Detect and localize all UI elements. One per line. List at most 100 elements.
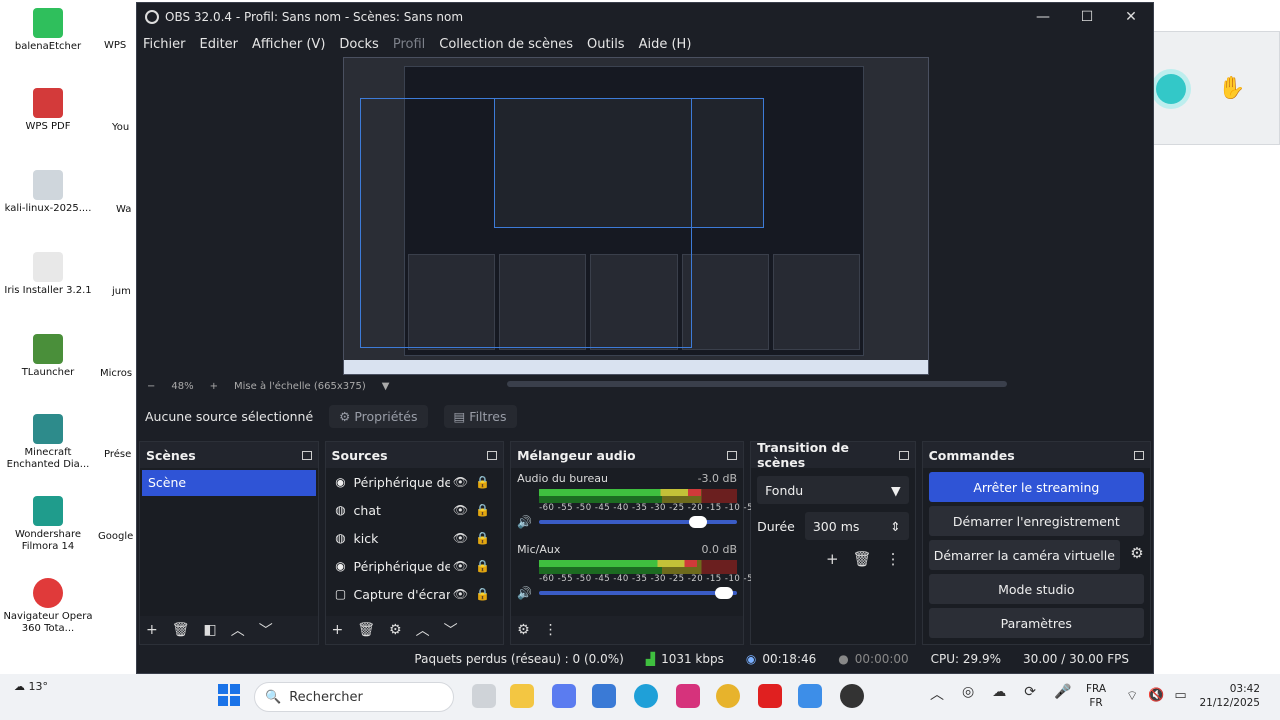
gear-icon[interactable]: ⚙ xyxy=(1124,544,1150,562)
visibility-eye-icon[interactable]: 👁 xyxy=(450,587,472,601)
menu-afficher[interactable]: Afficher (V) xyxy=(252,37,325,52)
desktop-icon-minecraft[interactable]: Minecraft Enchanted Dia... xyxy=(0,414,96,471)
store-icon[interactable] xyxy=(592,684,616,708)
weather-widget[interactable]: ☁ 13° xyxy=(14,680,48,693)
desktop-icon-partial[interactable]: You xyxy=(112,122,138,134)
preview-area[interactable] xyxy=(137,57,1153,377)
chrome-icon[interactable] xyxy=(716,684,740,708)
lock-icon[interactable]: 🔒 xyxy=(472,559,494,573)
desktop-icon-kali[interactable]: kali-linux-2025.... xyxy=(0,170,96,215)
volume-slider[interactable] xyxy=(539,587,738,599)
speaker-icon[interactable]: 🔊 xyxy=(517,515,539,529)
tray-app-icon[interactable]: ⟳ xyxy=(1024,684,1036,704)
taskbar-search[interactable]: 🔍 Rechercher xyxy=(254,682,454,712)
mixer-settings-icon[interactable]: ⚙ xyxy=(517,622,530,638)
zoom-out-button[interactable]: − xyxy=(147,381,155,392)
remove-source-icon[interactable]: 🗑 xyxy=(357,622,375,638)
copilot-icon[interactable] xyxy=(552,684,576,708)
start-recording-button[interactable]: Démarrer l'enregistrement xyxy=(928,506,1145,536)
desktop-icon-iris[interactable]: Iris Installer 3.2.1 xyxy=(0,252,96,297)
horizontal-scrollbar[interactable] xyxy=(507,381,1007,387)
app-icon[interactable] xyxy=(798,684,822,708)
edge-icon[interactable] xyxy=(634,684,658,708)
menu-collection-scenes[interactable]: Collection de scènes xyxy=(439,37,573,52)
add-transition-icon[interactable]: + xyxy=(826,550,839,568)
visibility-eye-icon[interactable]: 👁 xyxy=(450,503,472,517)
menu-docks[interactable]: Docks xyxy=(339,37,378,52)
duration-spinbox[interactable]: 300 ms ⇕ xyxy=(804,512,909,540)
source-item[interactable]: ▢ Capture d'écran 👁 🔒 xyxy=(326,580,504,608)
desktop-icon-filmora[interactable]: Wondershare Filmora 14 xyxy=(0,496,96,553)
microphone-icon[interactable]: 🎤 xyxy=(1054,684,1071,704)
volume-slider[interactable] xyxy=(539,516,738,528)
maximize-button[interactable]: ☐ xyxy=(1065,9,1109,25)
menu-outils[interactable]: Outils xyxy=(587,37,625,52)
filters-button[interactable]: ▤ Filtres xyxy=(443,404,517,428)
task-view-icon[interactable] xyxy=(472,684,496,708)
desktop-icon-balenaetcher[interactable]: balenaEtcher xyxy=(0,8,96,53)
instagram-icon[interactable] xyxy=(676,684,700,708)
start-virtual-camera-button[interactable]: Démarrer la caméra virtuelle xyxy=(928,540,1121,570)
close-button[interactable]: ✕ xyxy=(1109,9,1153,25)
title-bar[interactable]: OBS 32.0.4 - Profil: Sans nom - Scènes: … xyxy=(137,3,1153,31)
obs-taskbar-icon[interactable] xyxy=(840,684,864,708)
tray-app-icon[interactable]: ◎ xyxy=(962,684,974,704)
desktop-icon-wps-pdf[interactable]: WPS PDF xyxy=(0,88,96,133)
stop-streaming-button[interactable]: Arrêter le streaming xyxy=(928,472,1145,502)
remove-scene-icon[interactable]: 🗑 xyxy=(172,622,190,638)
more-menu-icon[interactable]: ⋮ xyxy=(886,550,901,568)
remove-transition-icon[interactable]: 🗑 xyxy=(853,550,872,568)
file-explorer-icon[interactable] xyxy=(510,684,534,708)
desktop-icon-tlauncher[interactable]: TLauncher xyxy=(0,334,96,379)
youtube-icon[interactable] xyxy=(758,684,782,708)
scene-filters-icon[interactable]: ◧ xyxy=(204,622,217,638)
move-up-icon[interactable]: ︿ xyxy=(416,620,430,640)
lock-icon[interactable]: 🔒 xyxy=(472,531,494,545)
menu-profil[interactable]: Profil xyxy=(393,37,425,52)
desktop-icon-partial[interactable]: Prése xyxy=(104,449,138,461)
settings-button[interactable]: Paramètres xyxy=(928,608,1145,638)
desktop-icon-partial[interactable]: jum xyxy=(112,286,138,298)
move-down-icon[interactable]: ﹀ xyxy=(259,620,273,640)
move-up-icon[interactable]: ︿ xyxy=(231,620,245,640)
source-settings-icon[interactable]: ⚙ xyxy=(389,622,402,638)
lock-icon[interactable]: 🔒 xyxy=(472,475,494,489)
preview-canvas[interactable] xyxy=(343,57,929,375)
zoom-in-button[interactable]: + xyxy=(210,381,218,392)
spin-arrows-icon[interactable]: ⇕ xyxy=(890,519,900,534)
menu-aide[interactable]: Aide (H) xyxy=(639,37,692,52)
float-dock-icon[interactable] xyxy=(487,450,498,460)
desktop-icon-partial[interactable]: Google xyxy=(98,531,138,543)
scene-item[interactable]: Scène xyxy=(142,470,316,496)
menu-fichier[interactable]: Fichier xyxy=(143,37,186,52)
transition-select[interactable]: Fondu ▼ xyxy=(757,476,909,504)
add-scene-icon[interactable]: + xyxy=(146,622,158,638)
add-source-icon[interactable]: + xyxy=(332,622,344,638)
clock[interactable]: 03:42 21/12/2025 xyxy=(1198,682,1260,710)
language-indicator[interactable]: FRA FR xyxy=(1086,682,1106,710)
properties-button[interactable]: ⚙ Propriétés xyxy=(329,404,428,428)
network-volume-battery[interactable]: ⌔ 🔇 ▭ xyxy=(1126,688,1187,704)
source-item[interactable]: ◍ kick 👁 🔒 xyxy=(326,524,504,552)
visibility-eye-icon[interactable]: 👁 xyxy=(450,475,472,489)
desktop-icon-partial[interactable]: Wa xyxy=(116,204,138,216)
source-item[interactable]: ◉ Périphérique de c 👁 🔒 xyxy=(326,552,504,580)
studio-mode-button[interactable]: Mode studio xyxy=(928,574,1145,604)
speaker-icon[interactable]: 🔊 xyxy=(517,586,539,600)
desktop-icon-partial[interactable]: Micros xyxy=(100,368,138,380)
desktop-icon-partial[interactable]: WPS xyxy=(104,40,138,52)
start-button[interactable] xyxy=(218,684,240,706)
menu-editer[interactable]: Editer xyxy=(200,37,239,52)
minimize-button[interactable]: — xyxy=(1021,9,1065,25)
float-dock-icon[interactable] xyxy=(1134,450,1145,460)
float-dock-icon[interactable] xyxy=(898,450,909,460)
selection-frame[interactable] xyxy=(360,98,692,348)
visibility-eye-icon[interactable]: 👁 xyxy=(450,531,472,545)
chevron-up-icon[interactable]: ︿ xyxy=(930,684,944,704)
visibility-eye-icon[interactable]: 👁 xyxy=(450,559,472,573)
lock-icon[interactable]: 🔒 xyxy=(472,587,494,601)
source-item[interactable]: ◍ chat 👁 🔒 xyxy=(326,496,504,524)
desktop-icon-opera[interactable]: Navigateur Opera 360 Tota... xyxy=(0,578,96,635)
tray-app-icon[interactable]: ☁ xyxy=(992,684,1006,704)
scale-dropdown-icon[interactable]: ▼ xyxy=(382,381,390,392)
